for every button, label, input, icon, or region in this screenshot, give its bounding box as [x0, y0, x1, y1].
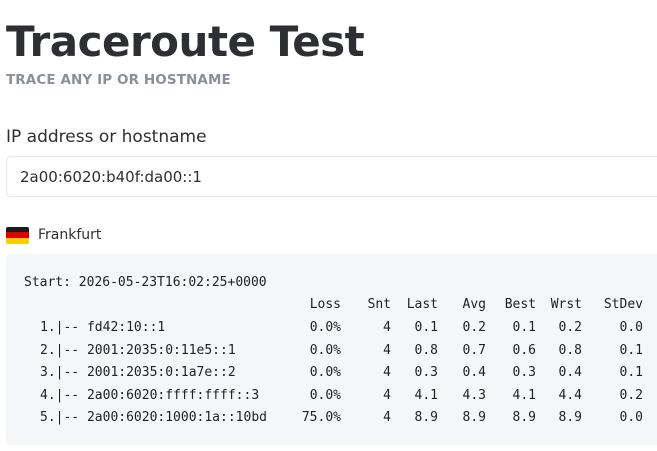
hop-stdev: 0.0	[619, 410, 643, 425]
hop-last: 0.3	[414, 365, 438, 380]
hostname-label: IP address or hostname	[6, 127, 207, 147]
hop-avg: 4.3	[462, 387, 486, 403]
column-header-loss: Loss	[309, 297, 341, 312]
hop-wrst: 0.2	[558, 320, 582, 335]
hop-snt: 4	[383, 342, 391, 358]
hop-snt: 4	[383, 320, 391, 335]
hop-stdev: 0.2	[619, 387, 643, 403]
hop-avg: 0.7	[462, 342, 486, 358]
hop-last: 0.1	[414, 320, 438, 335]
page-title: Traceroute Test	[6, 17, 365, 66]
hop-snt: 4	[383, 365, 391, 380]
hop-best: 0.3	[512, 365, 536, 380]
flag-stripe-gold	[6, 237, 29, 244]
column-header-stdev: StDev	[603, 297, 643, 312]
hop-last: 8.9	[414, 410, 438, 425]
hop-stdev: 0.1	[619, 365, 643, 380]
hop-loss: 0.0%	[309, 387, 341, 403]
hop-host: 2.|-- 2001:2035:0:11e5::1	[40, 342, 236, 358]
start-timestamp: Start: 2026-05-23T16:02:25+0000	[24, 275, 267, 290]
hop-host: 5.|-- 2a00:6020:1000:1a::10bd	[40, 410, 267, 425]
hop-last: 4.1	[414, 387, 438, 403]
hop-best: 4.1	[512, 387, 536, 403]
hop-loss: 0.0%	[309, 365, 341, 380]
hop-stdev: 0.1	[619, 342, 643, 358]
location-indicator: Frankfurt	[6, 225, 101, 245]
hop-best: 0.1	[512, 320, 536, 335]
hop-snt: 4	[383, 387, 391, 403]
hop-avg: 0.4	[462, 365, 486, 380]
hop-avg: 8.9	[462, 410, 486, 425]
hop-host: 1.|-- fd42:10::1	[40, 320, 166, 335]
hop-loss: 75.0%	[301, 410, 341, 425]
column-header-avg: Avg	[462, 297, 486, 312]
hop-loss: 0.0%	[309, 320, 341, 335]
hostname-input[interactable]	[6, 156, 657, 197]
column-header-snt: Snt	[367, 297, 391, 312]
hop-wrst: 0.4	[558, 365, 582, 380]
hop-best: 8.9	[512, 410, 536, 425]
hop-stdev: 0.0	[619, 320, 643, 335]
column-header-wrst: Wrst	[550, 297, 582, 312]
traceroute-output: Start: 2026-05-23T16:02:25+0000 Loss Snt…	[6, 254, 657, 445]
hop-host: 3.|-- 2001:2035:0:1a7e::2	[40, 365, 236, 380]
column-header-last: Last	[406, 297, 438, 312]
location-name: Frankfurt	[38, 227, 102, 243]
hop-wrst: 0.8	[558, 342, 582, 358]
hop-last: 0.8	[414, 342, 438, 358]
hop-wrst: 4.4	[558, 387, 582, 403]
hop-best: 0.6	[512, 342, 536, 358]
hop-wrst: 8.9	[558, 410, 582, 425]
germany-flag-icon	[6, 226, 29, 244]
hop-snt: 4	[383, 410, 391, 425]
page-subtitle: TRACE ANY IP OR HOSTNAME	[6, 72, 231, 88]
column-header-best: Best	[504, 297, 536, 312]
hop-host: 4.|-- 2a00:6020:ffff:ffff::3	[40, 387, 260, 403]
hop-avg: 0.2	[462, 320, 486, 335]
hop-loss: 0.0%	[309, 342, 341, 358]
